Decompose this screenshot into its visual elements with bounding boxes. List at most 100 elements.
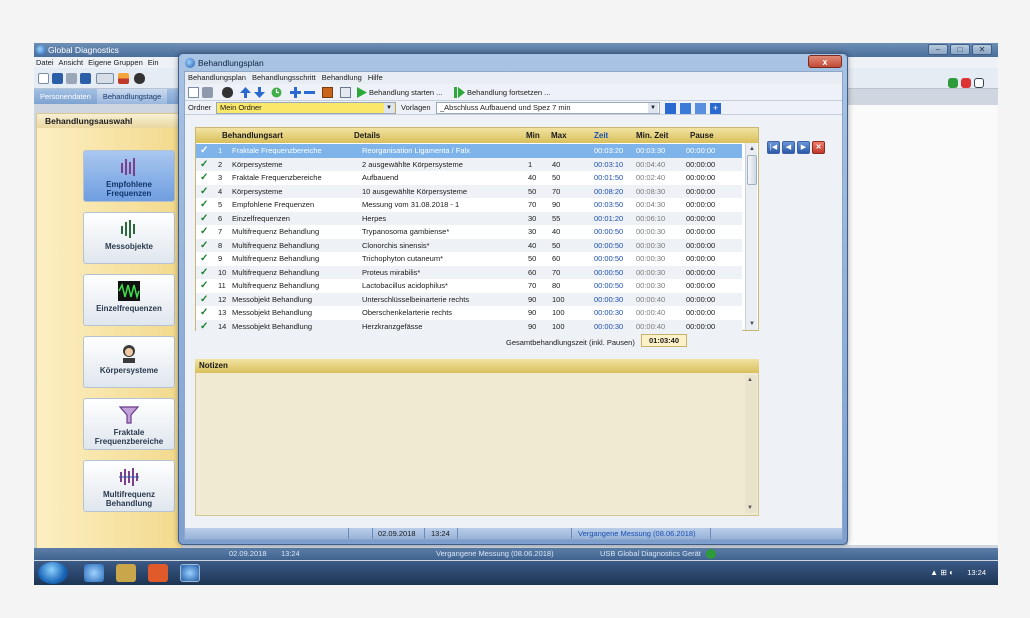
save-icon[interactable] bbox=[52, 73, 63, 84]
table-row[interactable]: ✓ 11 Multifrequenz Behandlung Lactobacillus… bbox=[196, 279, 742, 293]
checkmark-icon[interactable]: ✓ bbox=[200, 279, 208, 293]
checkmark-icon[interactable]: ✓ bbox=[200, 252, 208, 266]
col-min[interactable]: Min bbox=[526, 128, 540, 143]
report-icon[interactable] bbox=[974, 78, 984, 88]
media-player-icon[interactable] bbox=[148, 564, 168, 582]
table-row[interactable]: ✓ 5 Empfohlene Frequenzen Messung vom 31.08… bbox=[196, 198, 742, 212]
new-plan-icon[interactable] bbox=[188, 87, 199, 98]
add-template-icon[interactable]: + bbox=[710, 103, 721, 114]
menu-hilfe[interactable]: Hilfe bbox=[368, 72, 383, 84]
checkmark-icon[interactable]: ✓ bbox=[200, 266, 208, 280]
new-document-icon[interactable] bbox=[38, 73, 49, 84]
scroll-thumb[interactable] bbox=[747, 155, 757, 185]
checkmark-icon[interactable]: ✓ bbox=[200, 212, 208, 226]
table-scrollbar[interactable]: ▲ ▼ bbox=[745, 143, 757, 330]
ie-icon[interactable] bbox=[84, 564, 104, 582]
upload-template-icon[interactable] bbox=[695, 103, 706, 114]
hand-red-icon[interactable] bbox=[961, 78, 971, 88]
scroll-up-icon[interactable]: ▲ bbox=[747, 377, 753, 383]
table-row[interactable]: ✓ 1 Fraktale Frequenzbereiche Reorganisatio… bbox=[196, 144, 742, 158]
arrow-down-icon[interactable] bbox=[254, 87, 265, 98]
menu-ein[interactable]: Ein bbox=[148, 57, 159, 68]
menu-datei[interactable]: Datei bbox=[36, 57, 54, 68]
start-button[interactable] bbox=[38, 562, 68, 584]
col-zeit[interactable]: Zeit bbox=[594, 128, 608, 143]
notes-scrollbar[interactable]: ▲ ▼ bbox=[745, 375, 757, 513]
table-row[interactable]: ✓ 6 Einzelfrequenzen Herpes 30 55 00:01:20 00:0… bbox=[196, 211, 742, 226]
binoculars-icon[interactable] bbox=[134, 73, 145, 84]
table-row[interactable]: ✓ 12 Messobjekt Behandlung Unterschlüsselbe… bbox=[196, 292, 742, 307]
scroll-down-icon[interactable]: ▼ bbox=[747, 319, 757, 329]
checkmark-icon[interactable]: ✓ bbox=[200, 158, 208, 172]
menu-eigene-gruppen[interactable]: Eigene Gruppen bbox=[88, 57, 143, 68]
menu-ansicht[interactable]: Ansicht bbox=[59, 57, 84, 68]
binoculars-icon[interactable] bbox=[222, 87, 233, 98]
vorlagen-select[interactable]: _Abschluss Aufbauend und Spez 7 min ▼ bbox=[436, 102, 660, 114]
tab-personendaten[interactable]: Personendaten bbox=[34, 89, 97, 104]
col-details[interactable]: Details bbox=[354, 128, 380, 143]
nav-einzelfrequenzen[interactable]: Einzelfrequenzen bbox=[83, 274, 175, 326]
nav-messobjekte[interactable]: Messobjekte bbox=[83, 212, 175, 264]
next-record-icon[interactable]: ▶ bbox=[797, 141, 810, 154]
sort-icon[interactable] bbox=[680, 103, 691, 114]
scroll-down-icon[interactable]: ▼ bbox=[747, 505, 753, 511]
checkmark-icon[interactable]: ✓ bbox=[200, 144, 208, 158]
nav-koerpersysteme[interactable]: Körpersysteme bbox=[83, 336, 175, 388]
menu-behandlungsschritt[interactable]: Behandlungsschritt bbox=[252, 72, 316, 84]
nav-fraktale-frequenzbereiche[interactable]: Fraktale Frequenzbereiche bbox=[83, 398, 175, 450]
table-row[interactable]: ✓ 2 Körpersysteme 2 ausgewählte Körpersyste… bbox=[196, 157, 742, 172]
menu-behandlungsplan[interactable]: Behandlungsplan bbox=[188, 72, 246, 84]
export-icon[interactable] bbox=[340, 87, 351, 98]
arrow-up-icon[interactable] bbox=[240, 87, 251, 98]
checkmark-icon[interactable]: ✓ bbox=[200, 225, 208, 239]
taskbar-clock[interactable]: 13:24 bbox=[967, 561, 986, 585]
start-treatment-button[interactable]: Behandlung starten ... bbox=[369, 84, 442, 101]
play-icon[interactable] bbox=[356, 87, 367, 98]
chevron-down-icon[interactable]: ▼ bbox=[648, 103, 658, 113]
table-row[interactable]: ✓ 8 Multifrequenz Behandlung Clonorchis sin… bbox=[196, 238, 742, 253]
scroll-up-icon[interactable]: ▲ bbox=[747, 144, 757, 154]
clock-icon[interactable] bbox=[271, 87, 282, 98]
dialog-close-button[interactable]: x bbox=[808, 55, 842, 68]
delete-record-icon[interactable]: ✕ bbox=[812, 141, 825, 154]
col-pause[interactable]: Pause bbox=[690, 128, 714, 143]
save-template-icon[interactable] bbox=[665, 103, 676, 114]
table-row[interactable]: ✓ 7 Multifrequenz Behandlung Trypanosoma ga… bbox=[196, 225, 742, 239]
table-row[interactable]: ✓ 10 Multifrequenz Behandlung Proteus mirab… bbox=[196, 265, 742, 280]
table-row[interactable]: ✓ 9 Multifrequenz Behandlung Trichophyton c… bbox=[196, 252, 742, 266]
window-icon[interactable] bbox=[96, 73, 114, 84]
continue-treatment-button[interactable]: Behandlung fortsetzen ... bbox=[467, 84, 550, 101]
print-icon[interactable] bbox=[66, 73, 77, 84]
previous-record-icon[interactable]: ◀ bbox=[782, 141, 795, 154]
menu-behandlung[interactable]: Behandlung bbox=[322, 72, 362, 84]
col-min-zeit[interactable]: Min. Zeit bbox=[636, 128, 668, 143]
table-row[interactable]: ✓ 14 Messobjekt Behandlung Herzkranzgefässe… bbox=[196, 319, 742, 334]
close-icon[interactable]: ✕ bbox=[972, 44, 992, 55]
ordner-select[interactable]: Mein Ordner ▼ bbox=[216, 102, 396, 114]
global-diagnostics-task-icon[interactable] bbox=[180, 564, 200, 582]
continue-icon[interactable] bbox=[454, 87, 465, 98]
checkmark-icon[interactable]: ✓ bbox=[200, 306, 208, 320]
chart-icon[interactable] bbox=[118, 73, 129, 84]
table-row[interactable]: ✓ 13 Messobjekt Behandlung Oberschenkelarte… bbox=[196, 306, 742, 320]
remove-icon[interactable] bbox=[304, 87, 315, 98]
table-row[interactable]: ✓ 3 Fraktale Frequenzbereiche Aufbauend 40 50… bbox=[196, 171, 742, 185]
checkmark-icon[interactable]: ✓ bbox=[200, 320, 208, 334]
col-max[interactable]: Max bbox=[551, 128, 567, 143]
nav-multifrequenz-behandlung[interactable]: Multifrequenz Behandlung bbox=[83, 460, 175, 512]
print-icon[interactable] bbox=[202, 87, 213, 98]
stop-icon[interactable] bbox=[322, 87, 333, 98]
col-behandlungsart[interactable]: Behandlungsart bbox=[222, 128, 283, 143]
maximize-icon[interactable]: □ bbox=[950, 44, 970, 55]
checkmark-icon[interactable]: ✓ bbox=[200, 185, 208, 199]
disk-icon[interactable] bbox=[80, 73, 91, 84]
checkmark-icon[interactable]: ✓ bbox=[200, 293, 208, 307]
table-row[interactable]: ✓ 4 Körpersysteme 10 ausgewählte Körpersyst… bbox=[196, 184, 742, 199]
nav-empfohlene-frequenzen[interactable]: Empfohlene Frequenzen bbox=[83, 150, 175, 202]
first-record-icon[interactable]: |◀ bbox=[767, 141, 780, 154]
notes-textarea[interactable]: ▲ ▼ bbox=[195, 373, 759, 516]
explorer-icon[interactable] bbox=[116, 564, 136, 582]
hand-green-icon[interactable] bbox=[948, 78, 958, 88]
checkmark-icon[interactable]: ✓ bbox=[200, 239, 208, 253]
system-tray[interactable]: ▲ ⊞ ◐ bbox=[930, 561, 954, 585]
